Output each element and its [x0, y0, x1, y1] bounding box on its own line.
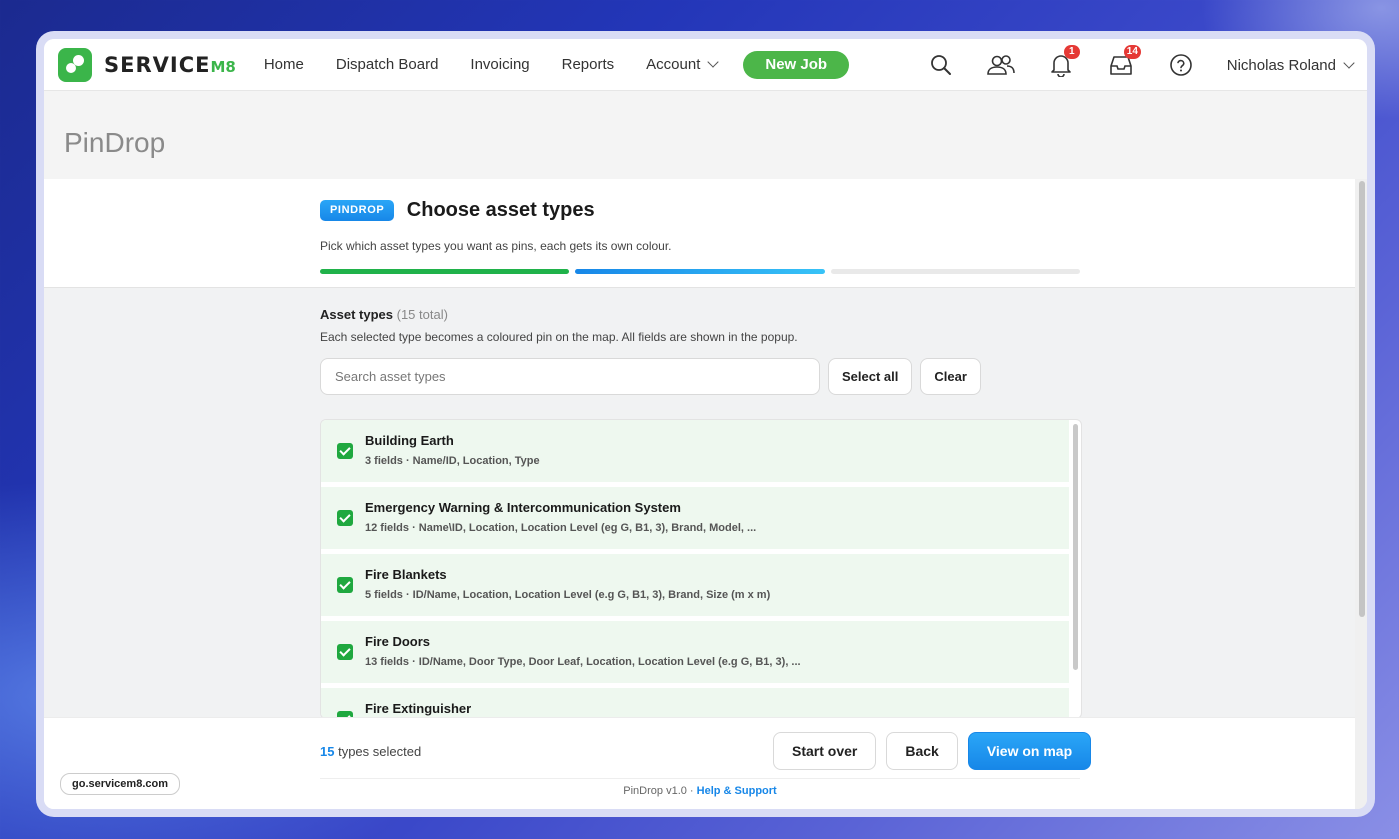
wizard-subtitle: Pick which asset types you want as pins,…	[320, 239, 672, 253]
checkbox-checked[interactable]	[337, 510, 353, 526]
progress-step-1	[320, 269, 570, 274]
pindrop-pill: PINDROP	[320, 200, 395, 221]
back-button[interactable]: Back	[886, 732, 958, 770]
url-preview: go.servicem8.com	[60, 773, 180, 795]
servicem8-logo[interactable]: SERVICEM8	[58, 47, 236, 82]
list-item[interactable]: Building Earth 3 fields · Name/ID, Locat…	[321, 420, 1069, 483]
checkbox-checked[interactable]	[337, 644, 353, 660]
step-progress	[320, 269, 1080, 274]
asset-types-header: Asset types (15 total) Each selected typ…	[320, 307, 1080, 395]
start-over-button[interactable]: Start over	[773, 732, 877, 770]
version-info: PinDrop v1.0 · Help & Support	[623, 785, 777, 797]
search-row: Select all Clear	[320, 358, 1080, 395]
nav-home[interactable]: Home	[264, 56, 304, 73]
checkbox-checked[interactable]	[337, 577, 353, 593]
search-icon	[930, 55, 951, 75]
nav-actions: 1 14 Nicholas Roland	[911, 39, 1355, 91]
item-fields: 5 fields · ID/Name, Location, Location L…	[365, 589, 771, 601]
logo-text: SERVICEM8	[104, 52, 236, 77]
asset-types-title: Asset types (15 total)	[320, 307, 448, 322]
list-item[interactable]: Fire Doors 13 fields · ID/Name, Door Typ…	[321, 621, 1069, 684]
user-name: Nicholas Roland	[1226, 56, 1336, 74]
item-name: Fire Extinguisher	[365, 701, 472, 716]
item-fields: 12 fields · Name\ID, Location, Location …	[365, 522, 757, 534]
help-icon	[1169, 54, 1192, 76]
item-name: Building Earth	[365, 433, 454, 448]
nav-account-label: Account	[646, 56, 701, 73]
selected-count: 15 types selected	[320, 744, 422, 759]
view-on-map-button[interactable]: View on map	[967, 732, 1092, 770]
checkbox-checked[interactable]	[337, 443, 353, 459]
progress-step-3	[830, 269, 1080, 274]
logo-icon	[58, 47, 92, 82]
list-item[interactable]: Fire Extinguisher	[321, 688, 1069, 718]
inbox-button[interactable]: 14	[1091, 39, 1151, 91]
search-button[interactable]	[911, 39, 971, 91]
footer-actions: Start over Back View on map	[773, 732, 1101, 770]
item-name: Emergency Warning & Intercommunication S…	[365, 500, 681, 515]
inbox-badge: 14	[1123, 45, 1141, 59]
item-name: Fire Doors	[365, 634, 431, 649]
list-scrollbar[interactable]	[1073, 424, 1078, 670]
chevron-down-icon	[707, 56, 720, 68]
asset-type-list-inner: Building Earth 3 fields · Name/ID, Locat…	[321, 420, 1069, 718]
item-name: Fire Blankets	[365, 567, 447, 582]
item-fields: 13 fields · ID/Name, Door Type, Door Lea…	[365, 656, 801, 668]
nav-account[interactable]: Account	[646, 56, 720, 73]
page-title: PinDrop	[64, 127, 166, 158]
page-scrollbar-thumb[interactable]	[1359, 181, 1365, 617]
main-nav: Home Dispatch Board Invoicing Reports Ac…	[264, 50, 850, 79]
asset-types-description: Each selected type becomes a coloured pi…	[320, 330, 798, 344]
list-item[interactable]: Emergency Warning & Intercommunication S…	[321, 487, 1069, 550]
browser-window: SERVICEM8 Home Dispatch Board Invoicing …	[36, 31, 1375, 817]
help-button[interactable]	[1151, 39, 1211, 91]
footer-divider	[320, 778, 1080, 779]
progress-step-2	[575, 269, 825, 274]
clear-button[interactable]: Clear	[920, 358, 981, 395]
wizard-panel: PINDROP Choose asset types Pick which as…	[44, 179, 1355, 809]
asset-type-list: Building Earth 3 fields · Name/ID, Locat…	[320, 419, 1082, 719]
wizard-footer: 15 types selected Start over Back View o…	[44, 717, 1355, 809]
nav-reports[interactable]: Reports	[562, 56, 615, 73]
people-icon	[986, 55, 1015, 75]
asset-search-input[interactable]	[320, 358, 820, 395]
notifications-button[interactable]: 1	[1031, 39, 1091, 91]
item-fields: 3 fields · Name/ID, Location, Type	[365, 455, 540, 467]
staff-button[interactable]	[971, 39, 1031, 91]
asset-total: (15 total)	[396, 307, 448, 322]
wizard-header: PINDROP Choose asset types Pick which as…	[320, 199, 1080, 274]
notifications-badge: 1	[1063, 45, 1080, 59]
list-item[interactable]: Fire Blankets 5 fields · ID/Name, Locati…	[321, 554, 1069, 617]
top-navbar: SERVICEM8 Home Dispatch Board Invoicing …	[44, 39, 1367, 91]
new-job-button[interactable]: New Job	[743, 50, 850, 79]
nav-invoicing[interactable]: Invoicing	[470, 56, 529, 73]
help-support-link[interactable]: Help & Support	[697, 785, 777, 797]
wizard-heading: Choose asset types	[406, 199, 595, 221]
chevron-down-icon	[1343, 56, 1355, 69]
nav-dispatch-board[interactable]: Dispatch Board	[336, 56, 439, 73]
user-menu[interactable]: Nicholas Roland	[1226, 56, 1355, 74]
app-screen: SERVICEM8 Home Dispatch Board Invoicing …	[44, 39, 1367, 809]
select-all-button[interactable]: Select all	[828, 358, 913, 395]
